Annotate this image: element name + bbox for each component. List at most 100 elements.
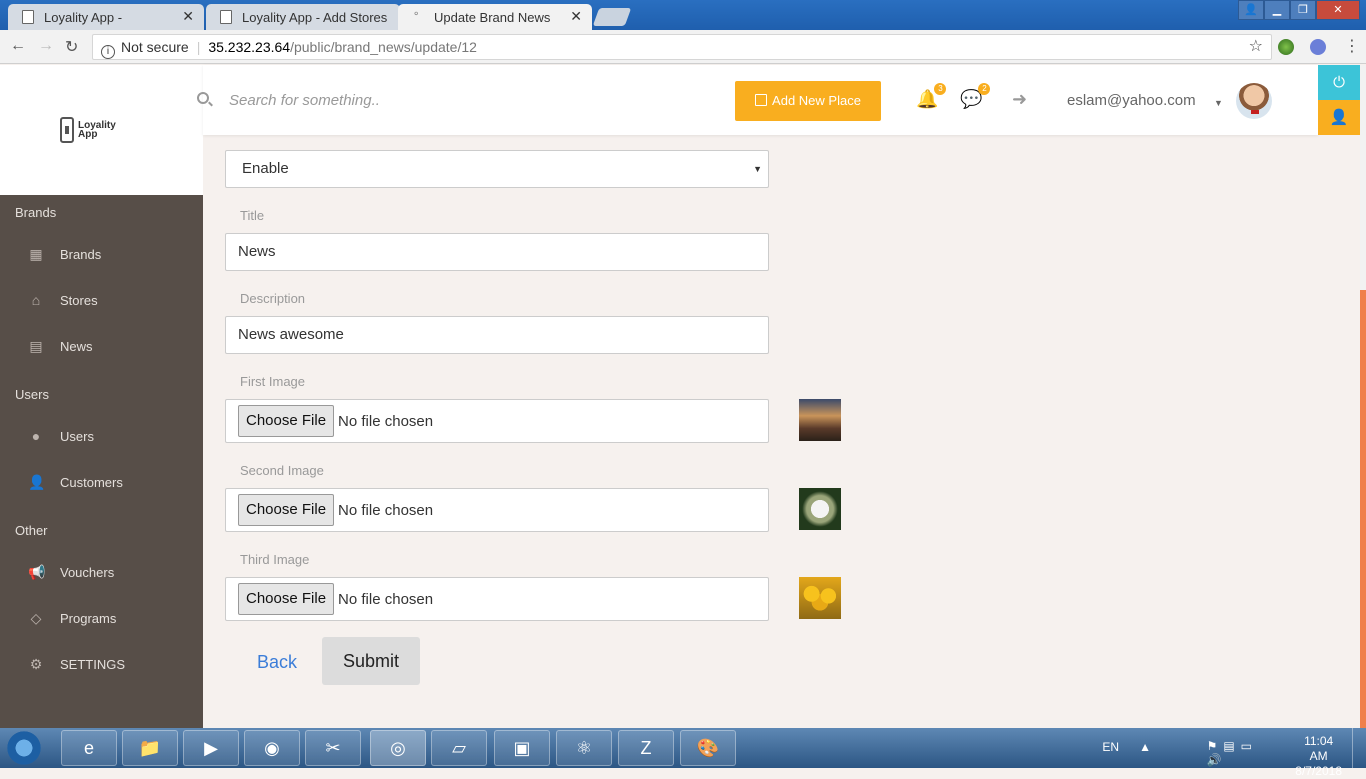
- sidebar-heading-other: Other: [15, 523, 48, 538]
- title-input[interactable]: News: [225, 233, 769, 271]
- status-select[interactable]: Enable ▼: [225, 150, 769, 188]
- show-hidden-icons-icon[interactable]: ▲: [1139, 740, 1151, 754]
- profile-icon[interactable]: 👤: [1238, 0, 1264, 20]
- filezilla-icon[interactable]: Z: [618, 730, 674, 766]
- tool-icon[interactable]: ✂: [305, 730, 361, 766]
- sidebar-item-news[interactable]: ▤ News: [28, 338, 93, 354]
- message-badge: 2: [978, 83, 991, 95]
- clock[interactable]: 11:04 AM 8/7/2018: [1295, 734, 1342, 779]
- notes-icon[interactable]: ▱: [431, 730, 487, 766]
- scrollbar-thumb[interactable]: [1360, 290, 1366, 728]
- title-input-value: News: [238, 243, 276, 260]
- sidebar-item-programs[interactable]: ◇ Programs: [28, 610, 117, 626]
- menu-icon[interactable]: ⋮: [1344, 36, 1360, 56]
- caret-down-icon[interactable]: ▼: [1214, 98, 1223, 108]
- firefox-icon[interactable]: ◉: [244, 730, 300, 766]
- second-image-thumbnail: [799, 488, 841, 530]
- description-input[interactable]: News awesome: [225, 316, 769, 354]
- tab-title: Loyality App - Add Stores: [242, 10, 388, 25]
- diamond-icon: ◇: [30, 610, 42, 626]
- browser-tab[interactable]: Loyality App - Add Stores: [206, 4, 400, 30]
- language-indicator[interactable]: EN: [1102, 740, 1119, 754]
- extension-globe-icon[interactable]: [1278, 39, 1294, 55]
- internet-explorer-icon[interactable]: e: [61, 730, 117, 766]
- top-bar: Add New Place 🔔3 💬2 ➜ eslam@yahoo.com ▼: [197, 65, 1318, 135]
- extension-r-icon[interactable]: [1310, 39, 1326, 55]
- submit-button[interactable]: Submit: [322, 637, 420, 685]
- third-image-label: Third Image: [240, 552, 310, 567]
- sidebar-heading-users: Users: [15, 387, 49, 402]
- show-desktop-button[interactable]: [1352, 728, 1366, 768]
- sidebar-item-label: Brands: [60, 246, 102, 262]
- url-field[interactable]: i Not secure | 35.232.23.64/public/brand_ne…: [92, 34, 1272, 60]
- add-new-place-button[interactable]: Add New Place: [735, 81, 881, 121]
- sidebar-item-vouchers[interactable]: 📢 Vouchers: [28, 564, 114, 580]
- chat-icon[interactable]: 💬 2: [960, 83, 991, 110]
- sidebar-item-brands[interactable]: ▦ Brands: [28, 246, 101, 262]
- sidebar-item-label: Users: [60, 428, 94, 444]
- terminal-icon[interactable]: ▣: [494, 730, 550, 766]
- logo-text-line2: App: [78, 129, 98, 140]
- bell-icon[interactable]: 🔔 3: [916, 83, 947, 110]
- sidebar-item-stores[interactable]: ⌂ Stores: [28, 292, 98, 308]
- chrome-icon[interactable]: ◎: [370, 730, 426, 766]
- back-link[interactable]: Back: [257, 652, 297, 673]
- url-host: 35.232.23.64: [208, 39, 291, 55]
- maximize-button[interactable]: ❐: [1290, 0, 1316, 20]
- media-player-icon[interactable]: ▶: [183, 730, 239, 766]
- second-image-label: Second Image: [240, 463, 324, 478]
- close-window-button[interactable]: ✕: [1316, 0, 1360, 20]
- page-icon: [220, 10, 232, 24]
- no-file-text: No file chosen: [338, 412, 434, 430]
- power-icon[interactable]: ⏻: [1318, 65, 1360, 100]
- second-image-file-input[interactable]: Choose File No file chosen: [225, 488, 769, 532]
- sidebar-item-settings[interactable]: ⚙ SETTINGS: [28, 656, 125, 672]
- no-file-text: No file chosen: [338, 590, 434, 608]
- info-icon[interactable]: i: [101, 45, 115, 59]
- choose-file-button[interactable]: Choose File: [238, 583, 335, 615]
- search-input[interactable]: [229, 89, 629, 111]
- no-file-text: No file chosen: [338, 501, 434, 519]
- sidebar-item-label: News: [60, 338, 93, 354]
- user-email[interactable]: eslam@yahoo.com: [1067, 92, 1196, 109]
- back-arrow-icon[interactable]: ←: [10, 37, 26, 55]
- tab-title: Update Brand News: [434, 10, 551, 25]
- choose-file-button[interactable]: Choose File: [238, 405, 335, 437]
- sidebar-item-label: Customers: [60, 474, 123, 490]
- windows-start-icon[interactable]: [4, 729, 44, 767]
- sidebar-heading-brands: Brands: [15, 205, 57, 220]
- logout-icon[interactable]: ➜: [1012, 89, 1027, 110]
- browser-tab-bar: Loyality App - ✕ Loyality App - Add Stor…: [0, 0, 1366, 30]
- sidebar-item-customers[interactable]: 👤 Customers: [28, 474, 123, 490]
- phone-icon: [60, 117, 74, 143]
- choose-file-button[interactable]: Choose File: [238, 494, 335, 526]
- bookmark-star-icon[interactable]: ☆: [1249, 35, 1263, 59]
- atom-icon[interactable]: ⚛: [556, 730, 612, 766]
- notification-badge: 3: [934, 83, 947, 95]
- reload-icon[interactable]: ↻: [65, 37, 78, 57]
- file-explorer-icon[interactable]: 📁: [122, 730, 178, 766]
- logo[interactable]: Loyality App: [60, 117, 116, 143]
- third-image-file-input[interactable]: Choose File No file chosen: [225, 577, 769, 621]
- minimize-button[interactable]: ▁: [1264, 0, 1290, 20]
- first-image-file-input[interactable]: Choose File No file chosen: [225, 399, 769, 443]
- side-buttons: ⏻ 👤: [1318, 65, 1360, 135]
- close-icon[interactable]: ✕: [570, 8, 582, 25]
- paint-icon[interactable]: 🎨: [680, 730, 736, 766]
- megaphone-icon: 📢: [28, 564, 46, 580]
- avatar[interactable]: [1236, 83, 1272, 119]
- tray-icons[interactable]: ⚑▤▭🔊: [1207, 739, 1258, 767]
- description-label: Description: [240, 291, 306, 306]
- user-icon[interactable]: 👤: [1318, 100, 1360, 135]
- close-icon[interactable]: ✕: [182, 8, 194, 25]
- new-tab-button[interactable]: [592, 8, 632, 26]
- forward-arrow-icon[interactable]: →: [38, 37, 54, 55]
- clock-date: 8/7/2018: [1295, 764, 1342, 778]
- browser-tab-active[interactable]: ⚬ Update Brand News ✕: [398, 4, 592, 30]
- browser-tab[interactable]: Loyality App - ✕: [8, 4, 204, 30]
- page-icon: [22, 10, 34, 24]
- taskbar: e 📁 ▶ ◉ ✂ ◎ ▱ ▣ ⚛ Z 🎨 EN ▲ ⚑▤▭🔊 11:04 AM…: [0, 728, 1366, 778]
- sidebar-item-label: SETTINGS: [60, 656, 126, 672]
- clock-time: 11:04 AM: [1304, 734, 1334, 763]
- sidebar-item-users[interactable]: ● Users: [28, 428, 94, 444]
